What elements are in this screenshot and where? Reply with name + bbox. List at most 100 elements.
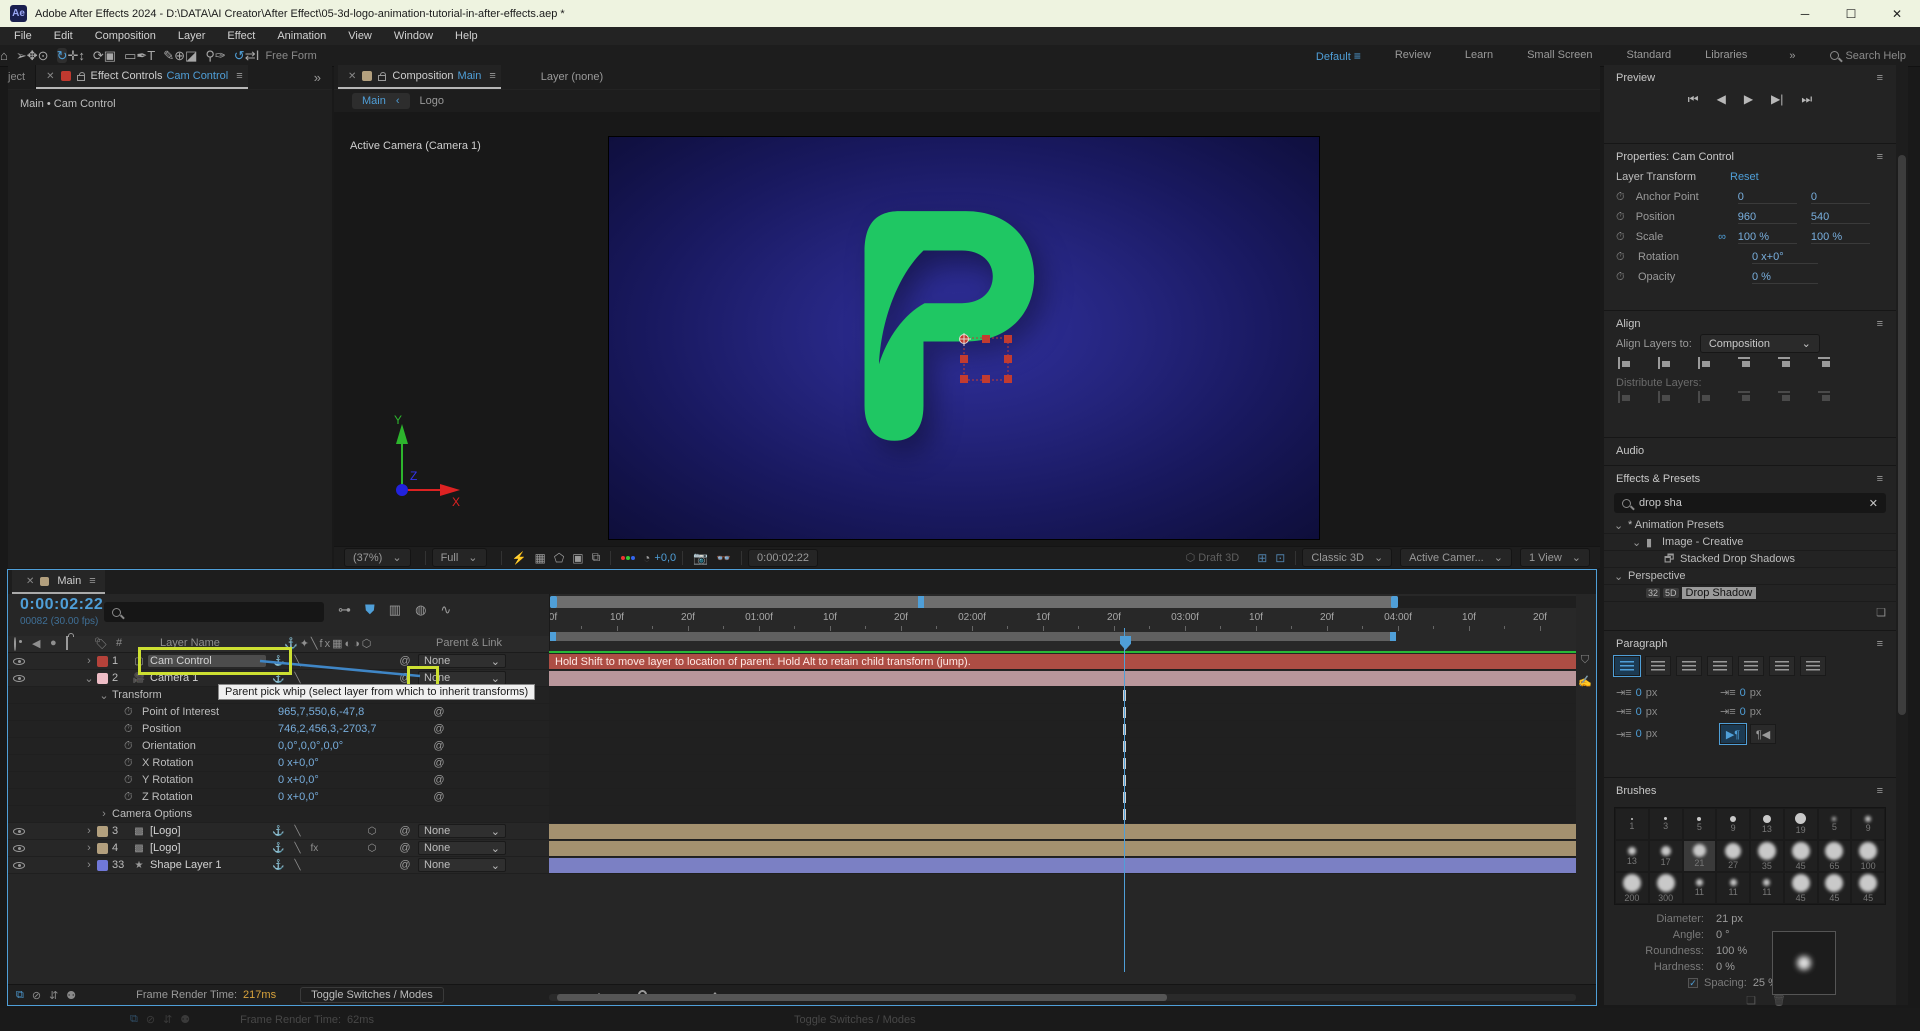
workspace-overflow[interactable]: » xyxy=(1789,50,1796,62)
property-value[interactable]: 100 % xyxy=(1738,231,1797,244)
mask-visibility-icon[interactable]: ⬠ xyxy=(554,551,564,565)
work-area-end[interactable] xyxy=(1390,632,1396,641)
resolution-dropdown[interactable]: Full⌄ xyxy=(432,548,487,567)
brush-3[interactable]: 3 xyxy=(1649,808,1683,840)
breadcrumb-logo[interactable]: Logo xyxy=(420,95,444,107)
video-eye-icon[interactable] xyxy=(13,845,25,852)
brush-prop-value[interactable]: 0 ° xyxy=(1716,929,1730,941)
ground-plane-icon[interactable]: ⊞ xyxy=(1257,551,1267,565)
clear-search-icon[interactable]: ✕ xyxy=(1869,497,1878,510)
layer-track[interactable] xyxy=(549,670,1576,687)
brush-19[interactable]: 19 xyxy=(1784,808,1818,840)
menu-view[interactable]: View xyxy=(348,30,372,42)
prop-pick-whip-icon[interactable]: @ xyxy=(426,791,452,803)
indent-field-3[interactable]: ⇥≡0px xyxy=(1720,705,1806,718)
panel-menu-icon[interactable]: ≡ xyxy=(489,70,496,82)
stopwatch-icon[interactable]: ⏱ xyxy=(124,723,142,736)
play-button[interactable]: ▶ xyxy=(1744,92,1753,107)
new-animation-preset-icon[interactable]: ❏ xyxy=(1604,602,1896,623)
stopwatch-icon[interactable]: ⏱ xyxy=(1616,191,1636,204)
prop-value[interactable]: 965,7,550,6,-47,8 xyxy=(278,706,426,718)
brush-prop-value[interactable]: 100 % xyxy=(1716,945,1747,957)
parent-dropdown[interactable]: None⌄ xyxy=(418,824,506,838)
label-color-swatch[interactable] xyxy=(97,673,108,684)
collapse-group-icon[interactable]: ⧉ xyxy=(16,989,24,1002)
label-color-swatch[interactable] xyxy=(97,860,108,871)
brush-tool-icon[interactable]: ✎ xyxy=(163,48,174,63)
layer-duration-bar[interactable] xyxy=(549,858,1576,873)
collapse-switch-icon[interactable]: ⚓ xyxy=(272,826,284,837)
parent-dropdown[interactable]: None⌄ xyxy=(418,841,506,855)
renderer-dropdown[interactable]: Classic 3D⌄ xyxy=(1302,548,1392,567)
label-color-swatch[interactable] xyxy=(97,843,108,854)
brush-45[interactable]: 45 xyxy=(1784,872,1818,904)
stopwatch-icon[interactable]: ⏱ xyxy=(124,740,142,753)
brush-35[interactable]: 35 xyxy=(1750,840,1784,872)
close-button[interactable]: ✕ xyxy=(1874,0,1920,27)
menu-animation[interactable]: Animation xyxy=(277,30,326,42)
parent-pick-whip-icon[interactable]: @ xyxy=(392,859,418,871)
brush-13[interactable]: 13 xyxy=(1615,840,1649,872)
label-color-swatch[interactable] xyxy=(97,826,108,837)
property-track[interactable] xyxy=(549,789,1576,806)
paragraph-align-5[interactable] xyxy=(1769,656,1795,676)
brush-45[interactable]: 45 xyxy=(1784,840,1818,872)
shy-footer-icon[interactable]: ⊘ xyxy=(32,989,41,1002)
dolly-camera-tool-icon[interactable]: ↕ xyxy=(78,48,85,63)
breadcrumb-back-icon[interactable]: ‹ xyxy=(396,95,400,107)
work-area-bar[interactable] xyxy=(550,632,1396,641)
menu-effect[interactable]: Effect xyxy=(227,30,255,42)
project-tab-clipped[interactable]: ject xyxy=(8,71,25,83)
close-tab-icon[interactable]: ✕ xyxy=(26,576,34,587)
paragraph-align-0[interactable] xyxy=(1614,656,1640,676)
layer-duration-bar[interactable] xyxy=(549,671,1576,686)
workspace-small-screen[interactable]: Small Screen xyxy=(1527,49,1592,63)
tree-item[interactable]: ⌄ * Animation Presets xyxy=(1604,517,1896,534)
region-of-interest-icon[interactable]: ▣ xyxy=(572,551,583,565)
menu-help[interactable]: Help xyxy=(455,30,478,42)
distribute-icon-0[interactable] xyxy=(1618,391,1636,405)
quality-switch-icon[interactable]: ╲ xyxy=(294,656,300,667)
prop-value[interactable]: 0 x+0,0° xyxy=(278,774,426,786)
brush-21[interactable]: 21 xyxy=(1683,840,1717,872)
first-frame-button[interactable]: ⏮ xyxy=(1688,92,1699,107)
effect-controls-tab[interactable]: ✕ Effect Controls Cam Control ≡ xyxy=(36,65,248,89)
distribute-icon-4[interactable] xyxy=(1778,391,1796,405)
indent-field-1[interactable]: ⇥≡0px xyxy=(1720,686,1806,699)
layer-duration-bar[interactable] xyxy=(549,841,1576,856)
draft-3d-toggle[interactable]: ⬡ Draft 3D xyxy=(1186,551,1240,564)
menu-composition[interactable]: Composition xyxy=(95,30,156,42)
link-icon[interactable]: ∞ xyxy=(1718,231,1738,243)
prop-pick-whip-icon[interactable]: @ xyxy=(426,774,452,786)
property-value[interactable]: 0 xyxy=(1738,191,1797,204)
property-track[interactable] xyxy=(549,755,1576,772)
prop-pick-whip-icon[interactable]: @ xyxy=(426,723,452,735)
composition-image[interactable] xyxy=(609,137,1319,539)
paragraph-align-3[interactable] xyxy=(1707,656,1733,676)
exposure-icon[interactable]: ◔ xyxy=(643,551,650,565)
brush-45[interactable]: 45 xyxy=(1851,872,1885,904)
indent-field-0[interactable]: ⇥≡0px xyxy=(1616,686,1702,699)
align-icon-5[interactable] xyxy=(1818,357,1836,371)
workspace-default[interactable]: Default ≡ xyxy=(1316,49,1361,63)
distribute-icon-5[interactable] xyxy=(1818,391,1836,405)
property-value[interactable]: 0 xyxy=(1811,191,1870,204)
panel-menu-icon[interactable]: ≡ xyxy=(1877,785,1884,797)
layer-row-logo[interactable]: › 3 ▩ [Logo] ⚓╲ ⬡ @ None⌄ xyxy=(8,823,549,840)
show-snapshot-icon[interactable]: 👓 xyxy=(716,551,731,565)
quality-switch-icon[interactable]: ╲ xyxy=(294,860,300,871)
quality-switch-icon[interactable]: ╲ xyxy=(294,826,300,837)
extended-viewer-icon[interactable]: ⊡ xyxy=(1275,551,1285,565)
brush-11[interactable]: 11 xyxy=(1716,872,1750,904)
group-arrow-icon[interactable]: ⌄ xyxy=(96,689,112,702)
spacing-checkbox[interactable]: ✓ xyxy=(1688,978,1698,988)
navigator-end-handle[interactable] xyxy=(1391,596,1398,608)
camera-orbit-tool-icon[interactable]: ↺ xyxy=(234,48,245,63)
parent-pick-whip-icon[interactable]: @ xyxy=(392,825,418,837)
exposure-value[interactable]: +0,0 xyxy=(654,552,676,564)
last-frame-button[interactable]: ⏭ xyxy=(1801,92,1812,107)
property-track[interactable] xyxy=(549,772,1576,789)
hand-tool-icon[interactable]: ✥ xyxy=(27,48,38,63)
video-eye-icon[interactable] xyxy=(13,862,25,869)
paragraph-align-1[interactable] xyxy=(1645,656,1671,676)
